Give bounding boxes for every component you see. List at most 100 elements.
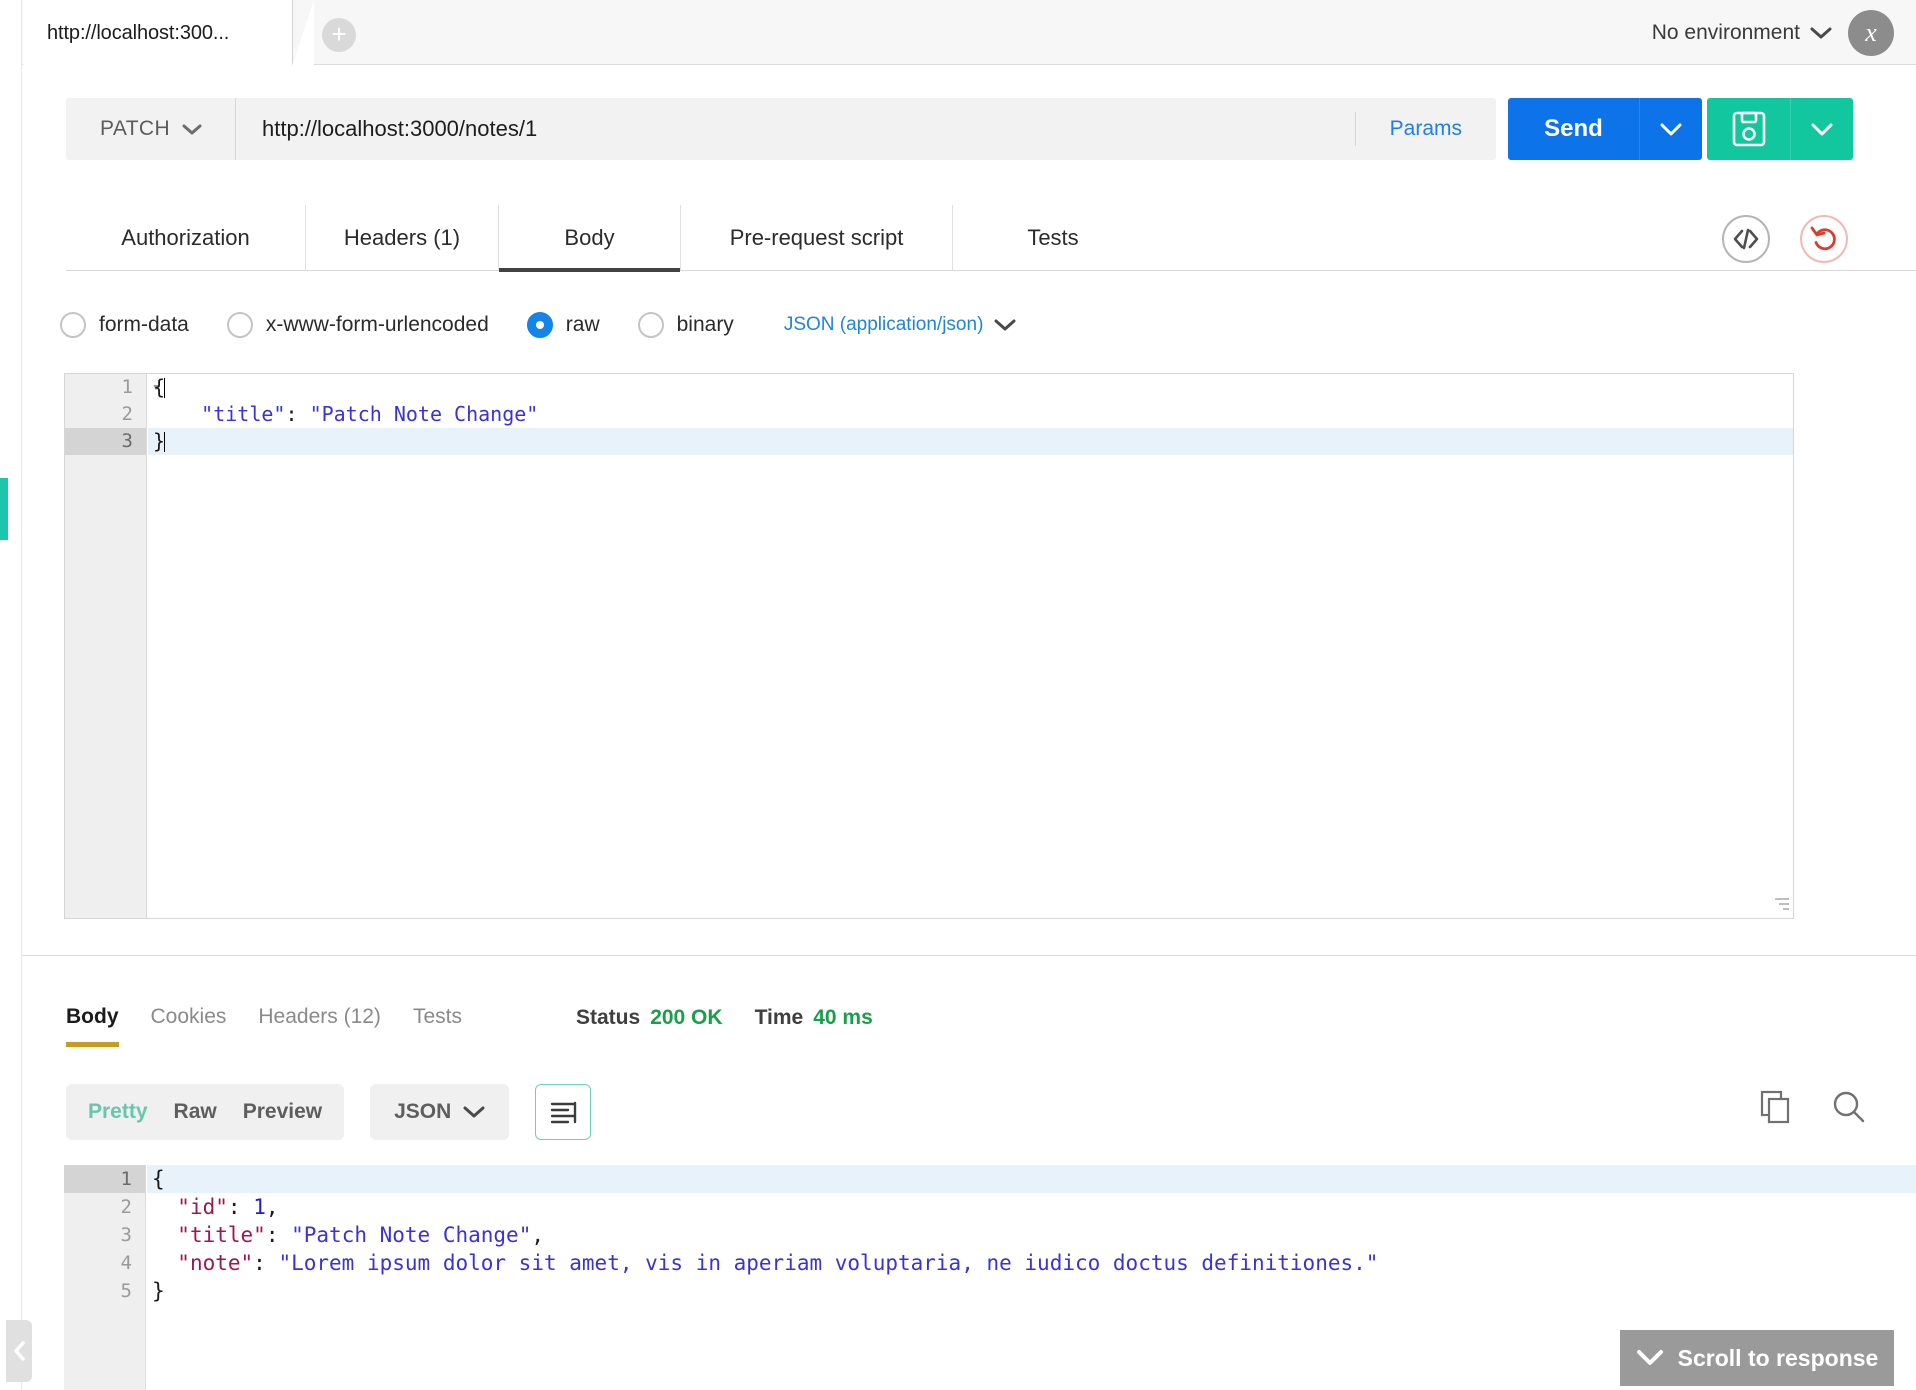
tab-tests[interactable]: Tests [953, 205, 1153, 271]
body-type-x-www-form-urlencoded[interactable]: x-www-form-urlencoded [227, 312, 489, 338]
view-mode-raw[interactable]: Raw [174, 1100, 217, 1124]
radio-button[interactable] [527, 312, 553, 338]
time-label: Time [755, 1006, 804, 1030]
line-number: 2 [64, 1193, 145, 1221]
line-number: 4 [64, 1249, 145, 1277]
chevron-down-icon [463, 1105, 485, 1119]
code-token: "Patch Note Change" [310, 402, 539, 426]
radio-button[interactable] [60, 312, 86, 338]
body-type-binary[interactable]: binary [638, 312, 734, 338]
response-tab-headers-12[interactable]: Headers (12) [258, 1005, 381, 1047]
code-token: "Patch Note Change" [291, 1223, 531, 1247]
response-format-selector[interactable]: JSON [370, 1084, 509, 1140]
request-body-editor[interactable]: 1▾23 { "title": "Patch Note Change"} [64, 373, 1794, 919]
plus-icon: + [331, 21, 346, 47]
chevron-left-icon [11, 1340, 27, 1362]
environment-selector-label[interactable]: No environment [1652, 21, 1800, 45]
tab-label: Pre-request script [730, 225, 904, 251]
sidebar-accent-marker [0, 478, 8, 540]
radio-button[interactable] [638, 312, 664, 338]
request-tab-label: http://localhost:300... [47, 22, 229, 45]
send-button-group: Send [1508, 98, 1702, 160]
send-options-button[interactable] [1640, 98, 1702, 160]
tab-headers-1[interactable]: Headers (1) [306, 205, 499, 271]
sidebar-collapse-button[interactable] [6, 1320, 32, 1382]
body-type-form-data[interactable]: form-data [60, 312, 189, 338]
tab-body[interactable]: Body [499, 205, 681, 271]
editor-resize-handle[interactable] [1773, 898, 1789, 914]
scroll-to-response-button[interactable]: Scroll to response [1620, 1330, 1894, 1386]
tab-label: Headers (1) [344, 225, 460, 251]
url-input[interactable] [236, 115, 1355, 143]
time-value: 40 ms [813, 1006, 873, 1030]
code-token: : [228, 1195, 241, 1219]
view-mode-pretty[interactable]: Pretty [88, 1100, 148, 1124]
save-button[interactable] [1707, 98, 1791, 160]
request-tab[interactable]: http://localhost:300... [23, 0, 293, 66]
code-token: : [285, 402, 297, 426]
body-type-options: form-data x-www-form-urlencoded raw binary J… [60, 300, 1016, 350]
tab-label: Authorization [121, 225, 249, 251]
text-cursor [164, 378, 165, 398]
chevron-down-icon [994, 318, 1016, 332]
chevron-down-icon[interactable] [1810, 26, 1832, 40]
status-label: Status [576, 1006, 640, 1030]
code-icon [1731, 228, 1761, 250]
search-icon[interactable] [1832, 1090, 1866, 1124]
scroll-to-response-label: Scroll to response [1678, 1345, 1879, 1372]
code-token [241, 1195, 254, 1219]
code-token: "title" [201, 402, 285, 426]
copy-icon[interactable] [1760, 1090, 1792, 1124]
reset-request-button[interactable] [1800, 215, 1848, 263]
tab-label: Body [564, 225, 614, 251]
body-type-label: x-www-form-urlencoded [266, 313, 489, 337]
line-number: 1▾ [65, 374, 146, 401]
code-token: { [152, 1167, 165, 1191]
tab-pre-request-script[interactable]: Pre-request script [681, 205, 953, 271]
code-token: "Lorem ipsum dolor sit amet, vis in aper… [278, 1251, 1378, 1275]
save-options-button[interactable] [1791, 98, 1853, 160]
code-line: "title": "Patch Note Change", [147, 1221, 1916, 1249]
code-line: "note": "Lorem ipsum dolor sit amet, vis… [147, 1249, 1916, 1277]
code-token: , [531, 1223, 544, 1247]
tab-authorization[interactable]: Authorization [66, 205, 306, 271]
chevron-down-icon [1636, 1349, 1664, 1367]
left-sidebar-rail [0, 0, 22, 1390]
code-line: "id": 1, [147, 1193, 1916, 1221]
response-view-mode-group: Pretty Raw Preview [66, 1084, 344, 1140]
panes-divider [0, 955, 1916, 956]
code-token [152, 1195, 177, 1219]
undo-arrow-icon [1809, 225, 1839, 253]
send-button[interactable]: Send [1508, 98, 1640, 160]
code-token: "note" [177, 1251, 253, 1275]
body-content-type-selector[interactable]: JSON (application/json) [784, 314, 1017, 336]
params-button[interactable]: Params [1355, 112, 1496, 146]
save-disk-icon [1730, 109, 1768, 149]
http-method-selector[interactable]: PATCH [66, 98, 236, 160]
code-token: "id" [177, 1195, 228, 1219]
response-tab-cookies[interactable]: Cookies [151, 1005, 227, 1047]
response-section-tabs: Body Cookies Headers (12) Tests [66, 1005, 494, 1047]
save-button-group [1707, 98, 1853, 160]
response-tab-tests[interactable]: Tests [413, 1005, 462, 1047]
body-type-raw[interactable]: raw [527, 312, 600, 338]
request-editor-code[interactable]: { "title": "Patch Note Change"} [148, 374, 1793, 918]
environment-area: No environment x [1652, 0, 1894, 65]
avatar[interactable]: x [1848, 10, 1894, 56]
line-number: 3 [64, 1221, 145, 1249]
wrap-lines-button[interactable] [535, 1084, 591, 1140]
code-token: } [152, 1279, 165, 1303]
code-line: { [147, 1165, 1916, 1193]
body-type-label: raw [566, 313, 600, 337]
code-token: "title" [177, 1223, 266, 1247]
chevron-down-icon [1659, 122, 1683, 137]
code-token [153, 402, 201, 426]
add-tab-button[interactable]: + [322, 18, 356, 52]
response-tab-body[interactable]: Body [66, 1005, 119, 1047]
view-mode-preview[interactable]: Preview [243, 1100, 322, 1124]
radio-button[interactable] [227, 312, 253, 338]
code-line: } [148, 428, 1793, 455]
tab-label: Tests [1027, 225, 1078, 251]
wrap-lines-icon [548, 1099, 578, 1125]
code-snippet-button[interactable] [1722, 215, 1770, 263]
